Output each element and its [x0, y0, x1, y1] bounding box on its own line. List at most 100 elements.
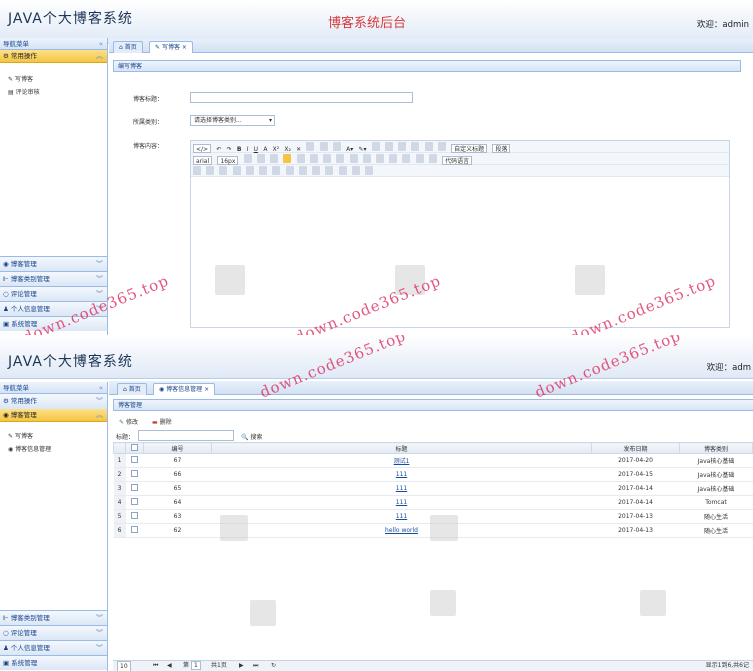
section-category-manage[interactable]: ⊩ 博客类别管理 ︾ — [0, 271, 107, 286]
section-system-manage[interactable]: ▣ 系统管理 — [0, 655, 107, 670]
row-checkbox[interactable] — [125, 509, 144, 524]
sidebar-item-write-blog[interactable]: ✎ 写博客 — [0, 430, 107, 443]
close-icon[interactable]: × — [202, 386, 209, 393]
edit-button[interactable]: ✎ 修改 — [119, 417, 138, 426]
cell-title[interactable]: 111 — [211, 467, 592, 482]
special-char-icon[interactable] — [232, 166, 241, 175]
delete-table-icon[interactable] — [312, 166, 321, 175]
format-brush-icon[interactable] — [306, 142, 315, 151]
split-cells-icon[interactable] — [298, 166, 307, 175]
accordion-common-ops[interactable]: ⚙ 常用操作 ︾ — [0, 394, 107, 409]
table-row[interactable]: 2 66 111 2017-04-15 Java核心基础 — [113, 467, 753, 482]
indent-icon[interactable] — [270, 154, 279, 163]
col-title[interactable]: 标题 — [211, 442, 592, 454]
col-category[interactable]: 博客类别 — [679, 442, 753, 454]
table-row[interactable]: 4 64 111 2017-04-14 Tomcat — [113, 495, 753, 510]
blog-title-link[interactable]: hello world — [385, 527, 418, 534]
section-comment-manage[interactable]: ○ 评论管理 ︾ — [0, 286, 107, 301]
blog-title-link[interactable]: 111 — [396, 513, 407, 520]
align-center-icon[interactable] — [296, 154, 305, 163]
accordion-blog-manage[interactable]: ◉ 博客管理 ︽ — [0, 409, 107, 422]
align-right-icon[interactable] — [309, 154, 318, 163]
font-size-select[interactable]: 16px — [217, 156, 239, 165]
style-select[interactable]: 自定义标题 — [451, 144, 488, 153]
sidebar-item-blog-info[interactable]: ◉ 博客信息管理 — [0, 443, 107, 456]
tab-home[interactable]: ⌂ 首页 — [113, 41, 143, 53]
time-icon[interactable] — [219, 166, 228, 175]
row-checkbox[interactable] — [125, 523, 144, 538]
tab-write-blog[interactable]: ✎ 写博客 × — [149, 41, 193, 53]
page-number-input[interactable]: 1 — [191, 661, 201, 670]
anchor-icon[interactable] — [362, 154, 371, 163]
preview-icon[interactable] — [338, 166, 347, 175]
row-checkbox[interactable] — [125, 467, 144, 482]
blog-title-link[interactable]: 111 — [396, 499, 407, 506]
delete-button[interactable]: ▬ 删除 — [152, 417, 172, 426]
image-icon[interactable] — [375, 154, 384, 163]
cell-title[interactable]: 111 — [211, 481, 592, 496]
html-source-button[interactable]: </> — [193, 144, 212, 153]
checkbox[interactable] — [131, 456, 138, 463]
blog-title-link[interactable]: 测试1 — [394, 458, 410, 465]
blog-title-link[interactable]: 111 — [396, 471, 407, 478]
help-icon[interactable] — [365, 166, 374, 175]
tab-home[interactable]: ⌂ 首页 — [117, 383, 147, 395]
section-comment-manage[interactable]: ○ 评论管理 ︾ — [0, 625, 107, 640]
date-icon[interactable] — [206, 166, 215, 175]
row-spacing-icon[interactable] — [424, 142, 433, 151]
next-page-icon[interactable]: ▶ — [239, 661, 244, 671]
blog-title-link[interactable]: 111 — [396, 485, 407, 492]
section-profile-manage[interactable]: ♟ 个人信息管理 ︾ — [0, 640, 107, 655]
paragraph-select[interactable]: 段落 — [492, 144, 511, 153]
line-height-icon[interactable] — [437, 142, 446, 151]
select-all-icon[interactable] — [398, 142, 407, 151]
page-break-icon[interactable] — [193, 166, 201, 175]
accordion-common-ops[interactable]: ⚙ 常用操作 ︽ — [0, 50, 107, 63]
table-row[interactable]: 1 67 测试1 2017-04-20 Java核心基础 — [113, 453, 753, 468]
search-input[interactable] — [138, 430, 234, 441]
emotion-icon[interactable] — [389, 154, 398, 163]
select-all-checkbox[interactable] — [125, 442, 144, 454]
link-icon[interactable] — [336, 154, 345, 163]
checkbox[interactable] — [131, 470, 138, 477]
sidebar-item-review-comments[interactable]: ▤ 评论审核 — [0, 86, 107, 99]
print-icon[interactable] — [325, 166, 334, 175]
video-icon[interactable] — [402, 154, 411, 163]
refresh-icon[interactable]: ↻ — [271, 661, 276, 671]
paste-icon[interactable] — [332, 142, 341, 151]
search-button[interactable]: 🔍 搜索 — [241, 432, 262, 441]
checkbox[interactable] — [131, 484, 138, 491]
col-id[interactable]: 编号 — [143, 442, 212, 454]
rtl-icon[interactable] — [256, 154, 265, 163]
cell-title[interactable]: 111 — [211, 495, 592, 510]
attachment-icon[interactable] — [415, 154, 424, 163]
insert-row-icon[interactable] — [259, 166, 268, 175]
checkbox[interactable] — [131, 526, 138, 533]
col-date[interactable]: 发布日期 — [591, 442, 680, 454]
cell-title[interactable]: 测试1 — [211, 453, 592, 468]
table-row[interactable]: 3 65 111 2017-04-14 Java核心基础 — [113, 481, 753, 496]
align-left-icon[interactable] — [283, 154, 292, 163]
table-icon[interactable] — [245, 166, 254, 175]
code-language-select[interactable]: 代码语言 — [442, 156, 473, 165]
font-family-select[interactable]: arial — [193, 156, 213, 165]
sidebar-item-write-blog[interactable]: ✎ 写博客 — [0, 73, 107, 86]
last-page-icon[interactable]: ⏭ — [253, 661, 258, 671]
section-category-manage[interactable]: ⊩ 博客类别管理 ︾ — [0, 610, 107, 625]
row-checkbox[interactable] — [125, 453, 144, 468]
cell-title[interactable]: hello world — [211, 523, 592, 538]
first-page-icon[interactable]: ⏮ — [153, 661, 158, 671]
row-checkbox[interactable] — [125, 495, 144, 510]
merge-cells-icon[interactable] — [285, 166, 294, 175]
ordered-list-icon[interactable] — [371, 142, 380, 151]
category-select[interactable]: 请选择博客类别... ▾ — [190, 115, 275, 126]
quote-icon[interactable] — [319, 142, 328, 151]
align-justify-icon[interactable] — [323, 154, 332, 163]
page-size-select[interactable]: 10 — [117, 661, 131, 671]
unlink-icon[interactable] — [349, 154, 358, 163]
ltr-icon[interactable] — [243, 154, 252, 163]
unordered-list-icon[interactable] — [385, 142, 393, 151]
search-replace-icon[interactable] — [351, 166, 360, 175]
map-icon[interactable] — [428, 154, 437, 163]
row-checkbox[interactable] — [125, 481, 144, 496]
